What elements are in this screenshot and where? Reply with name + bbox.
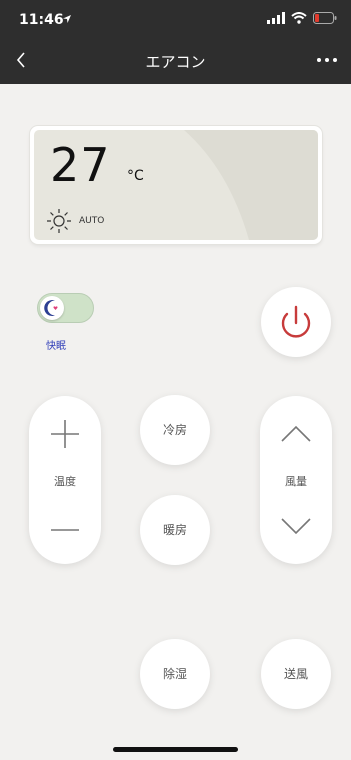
temperature-readout: 27: [50, 138, 111, 192]
minus-icon[interactable]: [29, 492, 101, 564]
cool-label: 冷房: [162, 423, 187, 437]
battery-icon: [313, 12, 337, 24]
lcd-panel: 27 °C AUTO: [34, 130, 318, 240]
page-title: エアコン: [145, 53, 206, 71]
fan-mode-label: 送風: [283, 667, 308, 681]
heat-label: 暖房: [162, 523, 187, 537]
chevron-up-icon[interactable]: [260, 396, 332, 468]
cool-button[interactable]: 冷房: [140, 395, 210, 465]
chevron-down-icon[interactable]: [260, 492, 332, 564]
mode-label: AUTO: [79, 216, 105, 226]
status-time: 11:46: [19, 12, 64, 28]
temperature-control: 温度: [29, 396, 101, 564]
fan-speed-control: 風量: [260, 396, 332, 564]
dehumidify-button[interactable]: 除湿: [140, 639, 210, 709]
plus-icon[interactable]: [29, 396, 101, 468]
power-button[interactable]: [261, 287, 331, 357]
dehumidify-label: 除湿: [162, 667, 187, 681]
temperature-label: 温度: [54, 475, 76, 488]
sleep-toggle[interactable]: [37, 293, 94, 323]
status-icons: [267, 12, 337, 24]
location-arrow-icon: [63, 15, 71, 23]
fan-speed-label: 風量: [285, 475, 307, 488]
sun-icon: [47, 209, 71, 233]
heat-button[interactable]: 暖房: [140, 495, 210, 565]
top-bar: 11:46 エアコン: [0, 0, 351, 84]
fan-mode-button[interactable]: 送風: [261, 639, 331, 709]
wifi-icon: [291, 12, 307, 24]
moon-heart-icon: [44, 300, 58, 316]
lcd-display: 27 °C AUTO: [30, 126, 322, 244]
signal-icon: [267, 12, 285, 24]
toggle-knob: [40, 296, 64, 320]
more-options-icon[interactable]: [315, 52, 339, 68]
home-indicator[interactable]: [113, 747, 238, 752]
power-icon: [281, 305, 311, 338]
temperature-unit: °C: [127, 168, 144, 184]
sleep-label: 快眠: [46, 341, 66, 352]
